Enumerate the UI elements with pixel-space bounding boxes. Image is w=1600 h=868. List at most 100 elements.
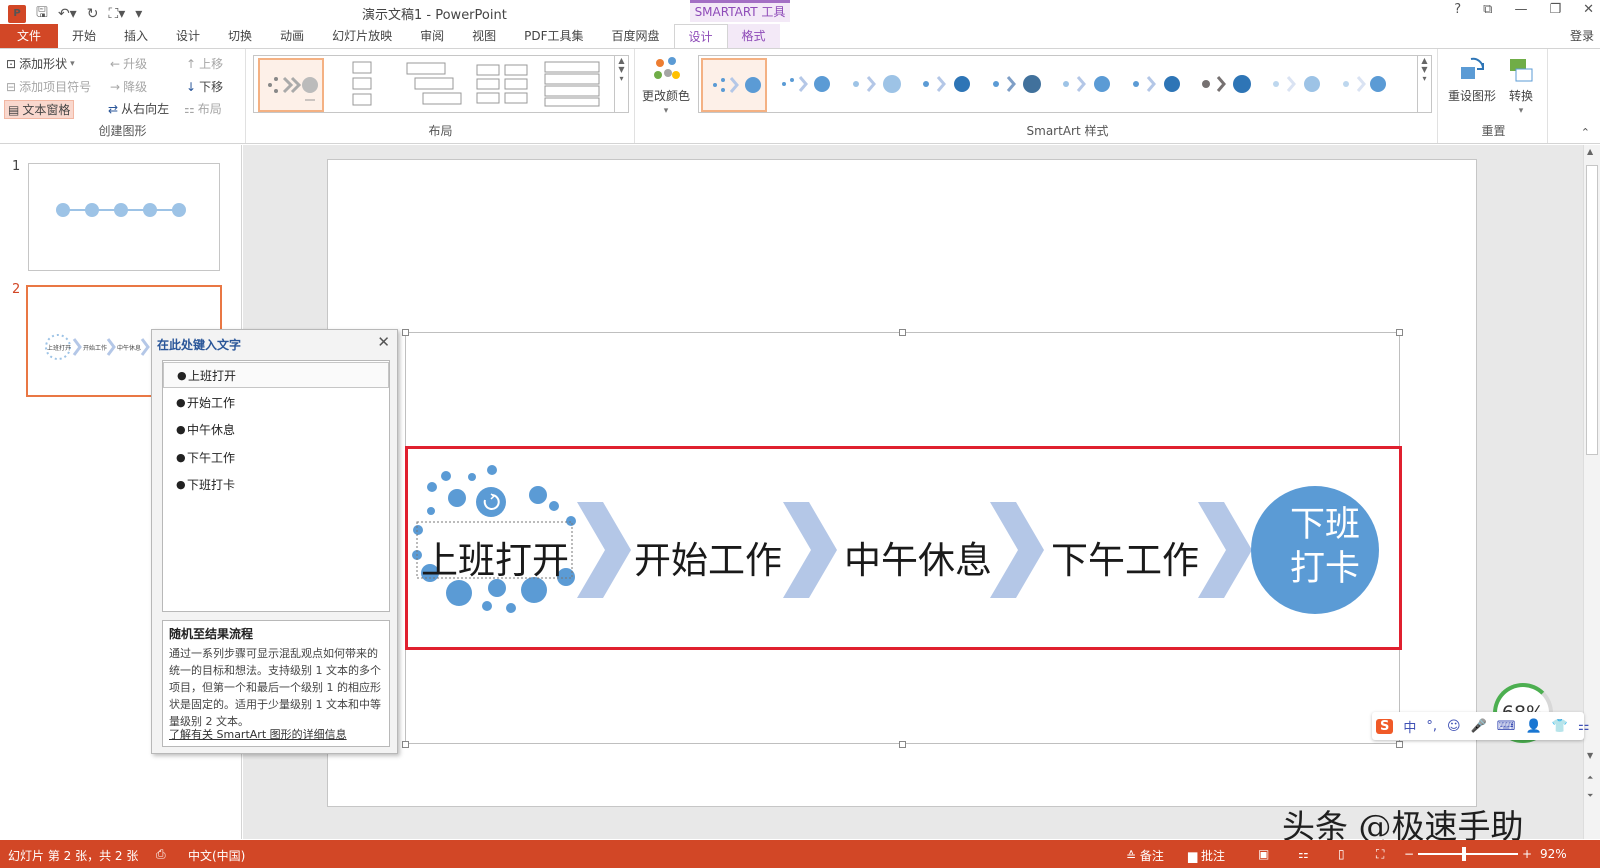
- tab-baidu-netdisk[interactable]: 百度网盘: [598, 24, 674, 48]
- ime-tools-icon[interactable]: ⚏: [1578, 719, 1590, 734]
- language-indicator[interactable]: 中文(中国): [188, 847, 245, 864]
- resize-handle-top-right[interactable]: [1396, 329, 1403, 336]
- list-item[interactable]: ● 下班打卡: [163, 472, 389, 498]
- undo-icon[interactable]: ↶▾: [58, 6, 77, 22]
- smartart-item-4[interactable]: 下午工作: [1051, 530, 1199, 584]
- ime-emoji-icon[interactable]: ☺: [1447, 719, 1461, 734]
- close-icon[interactable]: ✕: [377, 333, 390, 351]
- normal-view-icon[interactable]: ▣: [1258, 847, 1269, 861]
- redo-icon[interactable]: ↻: [87, 6, 99, 22]
- minimize-icon[interactable]: —: [1514, 2, 1527, 17]
- text-pane-list[interactable]: ● 上班打开 ● 开始工作 ● 中午休息 ● 下午工作 ● 下班打卡: [162, 360, 390, 612]
- tab-file[interactable]: 文件: [0, 24, 58, 48]
- save-icon[interactable]: 🖫: [36, 2, 48, 26]
- right-to-left-button[interactable]: ⇄ 从右向左: [108, 100, 169, 117]
- scroll-down-arrow[interactable]: ▼: [1587, 751, 1593, 760]
- list-item[interactable]: ● 下午工作: [163, 445, 389, 471]
- scroll-thumb[interactable]: [1586, 165, 1598, 455]
- zoom-out-button[interactable]: −: [1404, 847, 1414, 861]
- close-icon[interactable]: ✕: [1583, 2, 1594, 17]
- smartart-item-1[interactable]: 上班打开: [421, 530, 569, 584]
- ime-punctuation-icon[interactable]: °,: [1426, 719, 1437, 734]
- layout-option-vertical-process[interactable]: [330, 58, 396, 112]
- reading-view-icon[interactable]: ▯: [1338, 847, 1345, 861]
- ime-user-icon[interactable]: 👤: [1526, 719, 1542, 734]
- style-option-4[interactable]: [911, 58, 977, 112]
- spellcheck-icon[interactable]: ⎙: [156, 847, 166, 862]
- resize-handle-top-left[interactable]: [402, 329, 409, 336]
- layout-option-staggered-process[interactable]: [400, 58, 466, 112]
- previous-slide-icon[interactable]: ⏶: [1587, 773, 1593, 783]
- vertical-scrollbar[interactable]: ▲ ▼ ⏶ ⏷: [1583, 145, 1600, 839]
- zoom-in-button[interactable]: +: [1522, 847, 1532, 861]
- tab-view[interactable]: 视图: [458, 24, 510, 48]
- login-link[interactable]: 登录: [1570, 27, 1594, 44]
- change-colors-button[interactable]: 更改颜色 ▾: [642, 55, 690, 116]
- scroll-up-arrow[interactable]: ▲: [1587, 147, 1593, 156]
- reset-graphic-button[interactable]: 重设图形: [1448, 55, 1496, 104]
- demote-button[interactable]: → 降级: [110, 78, 147, 95]
- layout-gallery-scroll[interactable]: ▲ ▼ ▾: [614, 56, 628, 112]
- ime-chinese-mode[interactable]: 中: [1403, 717, 1416, 736]
- style-option-5[interactable]: [981, 58, 1047, 112]
- maximize-icon[interactable]: ❐: [1549, 2, 1561, 17]
- tab-insert[interactable]: 插入: [110, 24, 162, 48]
- customize-icon[interactable]: ▾: [135, 6, 142, 22]
- comments-button[interactable]: ▆ 批注: [1188, 847, 1225, 864]
- style-option-1[interactable]: [701, 58, 767, 112]
- promote-button[interactable]: ← 升级: [110, 55, 147, 72]
- slideshow-icon[interactable]: ⛶: [1376, 847, 1384, 862]
- zoom-slider-thumb[interactable]: [1462, 847, 1466, 861]
- style-option-2[interactable]: [771, 58, 837, 112]
- tab-home[interactable]: 开始: [58, 24, 110, 48]
- add-shape-button[interactable]: ⊡ 添加形状 ▾: [6, 55, 75, 72]
- notes-button[interactable]: ≙ 备注: [1126, 847, 1164, 864]
- list-item[interactable]: ● 上班打开: [163, 362, 389, 388]
- ime-keyboard-icon[interactable]: ⌨: [1497, 719, 1516, 734]
- resize-handle-bottom[interactable]: [899, 741, 906, 748]
- zoom-slider[interactable]: [1418, 853, 1518, 855]
- slide-1-thumbnail[interactable]: [28, 163, 220, 271]
- tab-design[interactable]: 设计: [162, 24, 214, 48]
- learn-more-link[interactable]: 了解有关 SmartArt 图形的详细信息: [169, 726, 347, 742]
- ime-skin-icon[interactable]: 👕: [1552, 719, 1568, 734]
- present-icon[interactable]: ⛶▾: [108, 6, 125, 22]
- layout-option-grid-process[interactable]: [470, 58, 536, 112]
- zoom-level[interactable]: 92%: [1540, 847, 1567, 861]
- list-item[interactable]: ● 开始工作: [163, 390, 389, 416]
- add-bullet-button[interactable]: ⊟ 添加项目符号: [6, 78, 91, 95]
- ime-voice-icon[interactable]: 🎤: [1471, 719, 1487, 734]
- resize-handle-top[interactable]: [899, 329, 906, 336]
- slide-sorter-icon[interactable]: ⚏: [1298, 847, 1309, 861]
- ribbon-display-icon[interactable]: ⧉: [1483, 2, 1492, 17]
- style-option-7[interactable]: [1121, 58, 1187, 112]
- tab-review[interactable]: 审阅: [406, 24, 458, 48]
- layout-option-list-process[interactable]: [540, 58, 606, 112]
- tab-pdf-tools[interactable]: PDF工具集: [510, 24, 597, 48]
- styles-gallery-scroll[interactable]: ▲ ▼ ▾: [1417, 56, 1431, 112]
- layout-button[interactable]: ⚏ 布局: [184, 100, 222, 117]
- resize-handle-bottom-left[interactable]: [402, 741, 409, 748]
- tab-animations[interactable]: 动画: [266, 24, 318, 48]
- text-pane-button[interactable]: ▤ 文本窗格: [4, 100, 75, 119]
- style-option-6[interactable]: [1051, 58, 1117, 112]
- tab-smartart-design[interactable]: 设计: [673, 24, 728, 48]
- tab-slideshow[interactable]: 幻灯片放映: [318, 24, 406, 48]
- style-option-3[interactable]: [841, 58, 907, 112]
- resize-handle-bottom-right[interactable]: [1396, 741, 1403, 748]
- move-up-button[interactable]: ↑ 上移: [186, 55, 223, 72]
- style-option-9[interactable]: [1261, 58, 1327, 112]
- sogou-logo-icon[interactable]: S: [1376, 718, 1394, 734]
- move-down-button[interactable]: ↓ 下移: [186, 78, 223, 95]
- current-slide[interactable]: 上班打开 开始工作 中午休息 下午工作 下班 打卡: [327, 159, 1477, 807]
- smartart-item-2[interactable]: 开始工作: [634, 530, 782, 584]
- next-slide-icon[interactable]: ⏷: [1587, 791, 1593, 801]
- convert-button[interactable]: 转换 ▾: [1506, 55, 1536, 116]
- smartart-item-5-line2[interactable]: 打卡: [1290, 540, 1360, 591]
- list-item[interactable]: ● 中午休息: [163, 417, 389, 443]
- smartart-item-3[interactable]: 中午休息: [844, 530, 992, 584]
- style-option-8[interactable]: [1191, 58, 1257, 112]
- tab-transitions[interactable]: 切换: [214, 24, 266, 48]
- style-option-10[interactable]: [1331, 58, 1397, 112]
- layout-option-random-to-result[interactable]: [258, 58, 324, 112]
